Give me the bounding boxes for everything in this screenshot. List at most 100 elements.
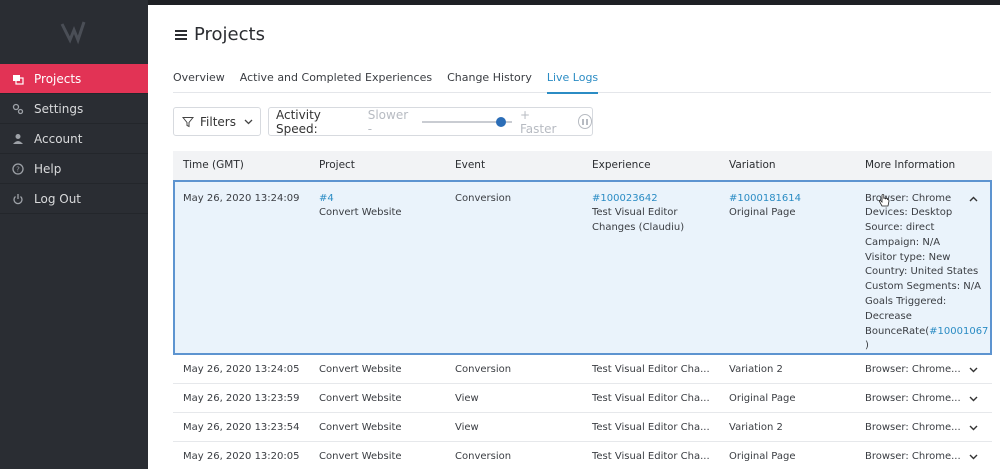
- hamburger-menu-icon[interactable]: [175, 28, 187, 42]
- cell-event: View: [445, 383, 582, 414]
- info-summary: Browser: Chrome...: [865, 422, 961, 434]
- variation-id-link[interactable]: #1000181614: [729, 192, 855, 207]
- info-source: Source: direct: [865, 222, 935, 234]
- column-header-variation[interactable]: Variation: [719, 151, 855, 181]
- project-name: Convert Website: [319, 207, 402, 219]
- info-summary: Browser: Chrome...: [865, 451, 961, 463]
- sidebar-item-label: Settings: [34, 101, 84, 116]
- table-row[interactable]: May 26, 2020 13:24:05 Convert Website Co…: [173, 354, 992, 385]
- slower-label: Slower -: [367, 107, 409, 136]
- tab-live-logs[interactable]: Live Logs: [546, 71, 599, 94]
- experience-id-link[interactable]: #100023642: [592, 192, 719, 207]
- info-summary: Browser: Chrome...: [865, 393, 961, 405]
- cell-project: Convert Website: [309, 354, 445, 385]
- info-devices: Devices: Desktop: [865, 207, 953, 219]
- tab-active-completed-experiences[interactable]: Active and Completed Experiences: [240, 71, 432, 93]
- chevron-down-icon[interactable]: [969, 396, 978, 402]
- goal-suffix: ): [865, 340, 869, 352]
- cell-time: May 26, 2020 13:23:54: [173, 412, 309, 443]
- user-icon: [12, 133, 24, 145]
- sidebar-item-projects[interactable]: Projects: [0, 64, 148, 94]
- chevron-down-icon: [244, 119, 253, 124]
- cell-project: Convert Website: [309, 383, 445, 414]
- filter-icon: [182, 116, 194, 127]
- table-row-expanded[interactable]: May 26, 2020 13:24:09 #4 Convert Website…: [173, 180, 992, 356]
- cell-time: May 26, 2020 13:24:05: [173, 354, 309, 385]
- cell-variation: #1000181614 Original Page: [719, 180, 855, 356]
- cell-more-information: Browser: Chrome...: [855, 412, 992, 443]
- chevron-up-icon[interactable]: [969, 196, 978, 202]
- cell-project: #4 Convert Website: [309, 180, 445, 356]
- sidebar-item-account[interactable]: Account: [0, 124, 148, 154]
- cell-variation: Original Page: [719, 383, 855, 414]
- cell-experience: Test Visual Editor Cha...: [582, 383, 719, 414]
- info-visitor-type: Visitor type: New: [865, 251, 951, 263]
- page-title: Projects: [194, 24, 265, 45]
- cell-experience: Test Visual Editor Cha...: [582, 441, 719, 469]
- info-summary: Browser: Chrome...: [865, 364, 961, 376]
- info-country: Country: United States: [865, 266, 979, 278]
- slider-handle[interactable]: [496, 116, 507, 127]
- cell-event: Conversion: [445, 441, 582, 469]
- filters-button[interactable]: Filters: [173, 107, 261, 136]
- cell-variation: Variation 2: [719, 354, 855, 385]
- info-goal-detail: BounceRate(#10001067: [865, 325, 992, 340]
- column-header-project[interactable]: Project: [309, 151, 445, 181]
- info-goals-triggered: Goals Triggered:: [865, 296, 947, 308]
- table-row[interactable]: May 26, 2020 13:20:05 Convert Website Co…: [173, 441, 992, 469]
- cell-project: Convert Website: [309, 441, 445, 469]
- brand-logo[interactable]: [58, 18, 88, 46]
- chevron-down-icon[interactable]: [969, 454, 978, 460]
- sidebar-nav: Projects Settings Account ? Help Log Out: [0, 64, 148, 214]
- cell-event: Conversion: [445, 180, 582, 356]
- table-row[interactable]: May 26, 2020 13:23:59 Convert Website Vi…: [173, 383, 992, 414]
- cell-event: Conversion: [445, 354, 582, 385]
- sidebar-item-settings[interactable]: Settings: [0, 94, 148, 124]
- column-header-time[interactable]: Time (GMT): [173, 151, 309, 181]
- sidebar-item-help[interactable]: ? Help: [0, 154, 148, 184]
- column-header-more-information[interactable]: More Information: [855, 151, 992, 181]
- projects-icon: [12, 73, 24, 85]
- hand-cursor-icon: [878, 193, 890, 206]
- table-row[interactable]: May 26, 2020 13:23:54 Convert Website Vi…: [173, 412, 992, 443]
- tab-overview[interactable]: Overview: [173, 71, 225, 93]
- sidebar-item-logout[interactable]: Log Out: [0, 184, 148, 214]
- help-icon: ?: [12, 162, 24, 175]
- live-logs-table: Time (GMT) Project Event Experience Vari…: [173, 151, 992, 469]
- experience-name-line2: Changes (Claudiu): [592, 222, 685, 234]
- info-custom-segments: Custom Segments: N/A: [865, 281, 981, 293]
- project-id-link[interactable]: #4: [319, 192, 445, 207]
- sidebar: Projects Settings Account ? Help Log Out: [0, 0, 148, 469]
- chevron-down-icon[interactable]: [969, 425, 978, 431]
- cell-more-information: Browser: Chrome...: [855, 383, 992, 414]
- cell-experience: Test Visual Editor Cha...: [582, 354, 719, 385]
- goal-id-link[interactable]: #10001067: [929, 326, 988, 337]
- info-campaign: Campaign: N/A: [865, 236, 941, 248]
- tab-change-history[interactable]: Change History: [447, 71, 532, 93]
- pause-icon[interactable]: [577, 114, 592, 129]
- experience-name-line1: Test Visual Editor: [592, 207, 678, 219]
- power-icon: [12, 193, 24, 205]
- column-header-event[interactable]: Event: [445, 151, 582, 181]
- cell-experience: Test Visual Editor Cha...: [582, 412, 719, 443]
- sidebar-item-label: Help: [34, 161, 62, 176]
- cell-time: May 26, 2020 13:24:09: [173, 180, 309, 356]
- activity-speed-slider[interactable]: [421, 116, 512, 127]
- activity-speed-label: Activity Speed:: [276, 107, 321, 136]
- cell-time: May 26, 2020 13:20:05: [173, 441, 309, 469]
- column-header-experience[interactable]: Experience: [582, 151, 719, 181]
- chevron-down-icon[interactable]: [969, 367, 978, 373]
- sidebar-item-label: Account: [34, 131, 83, 146]
- variation-name: Original Page: [729, 207, 796, 219]
- svg-text:?: ?: [16, 165, 20, 173]
- cell-project: Convert Website: [309, 412, 445, 443]
- activity-speed-control: Activity Speed: Slower - + Faster: [268, 107, 593, 136]
- table-header-row: Time (GMT) Project Event Experience Vari…: [173, 151, 992, 181]
- info-goal-name: Decrease: [865, 310, 912, 322]
- main-content: Projects Overview Active and Completed E…: [148, 5, 1000, 469]
- cell-more-information: Browser: Chrome...: [855, 441, 992, 469]
- cell-more-information: Browser: Chrome Devices: Desktop Source:…: [855, 180, 992, 356]
- cell-variation: Variation 2: [719, 412, 855, 443]
- sidebar-item-label: Log Out: [34, 191, 82, 206]
- cell-event: View: [445, 412, 582, 443]
